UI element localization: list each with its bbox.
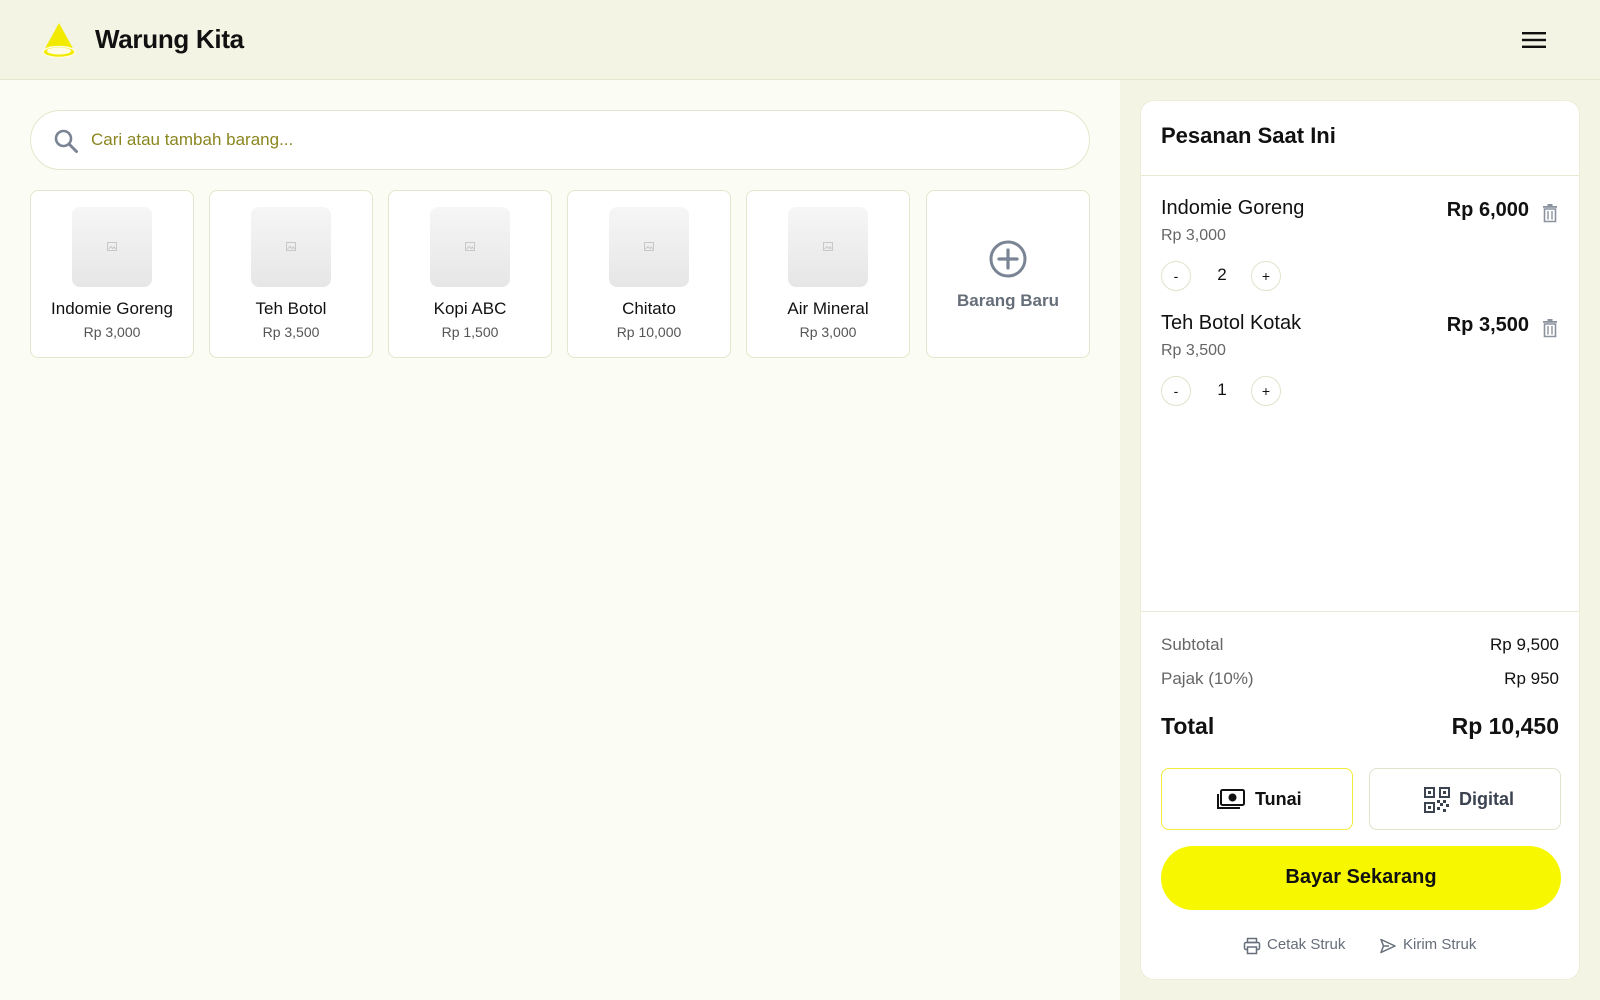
new-item-card[interactable]: Barang Baru: [926, 190, 1090, 358]
product-price: Rp 3,000: [83, 324, 141, 340]
product-image-placeholder: [72, 207, 152, 287]
image-placeholder-icon: [823, 242, 833, 251]
order-panel: Pesanan Saat Ini Indomie Goreng Rp 3,000…: [1140, 100, 1580, 980]
pay-now-label: Bayar Sekarang: [1285, 866, 1437, 888]
decrease-qty-button[interactable]: -: [1161, 261, 1191, 291]
send-receipt-label: Kirim Struk: [1403, 936, 1477, 953]
total-label: Total: [1161, 713, 1215, 739]
hamburger-menu-icon[interactable]: [1518, 26, 1550, 54]
payment-method-cash[interactable]: Tunai: [1161, 768, 1353, 830]
printer-icon: [1243, 937, 1261, 955]
order-item-unit-price: Rp 3,000: [1161, 227, 1226, 244]
product-area: Indomie Goreng Rp 3,000 Teh Botol Rp 3,5…: [0, 80, 1120, 1000]
product-card-air-mineral[interactable]: Air Mineral Rp 3,000: [746, 190, 910, 358]
product-price: Rp 10,000: [616, 324, 682, 340]
app-title: Warung Kita: [95, 24, 244, 54]
app-header: Warung Kita: [0, 0, 1600, 80]
product-price: Rp 3,000: [799, 324, 857, 340]
order-item-name: Indomie Goreng: [1161, 197, 1305, 219]
trash-icon[interactable]: [1541, 203, 1559, 223]
product-name: Chitato: [622, 299, 676, 318]
plus-circle-icon: [989, 240, 1027, 278]
order-item-name: Teh Botol Kotak: [1161, 312, 1302, 334]
product-name: Teh Botol: [255, 299, 327, 318]
product-card-chitato[interactable]: Chitato Rp 10,000: [567, 190, 731, 358]
trash-icon[interactable]: [1541, 318, 1559, 338]
order-item-total: Rp 6,000: [1446, 199, 1529, 221]
product-price: Rp 1,500: [441, 324, 499, 340]
tax-label: Pajak (10%): [1161, 669, 1254, 688]
image-placeholder-icon: [644, 242, 654, 251]
increase-qty-button[interactable]: +: [1251, 261, 1281, 291]
divider: [1141, 611, 1579, 612]
order-item-unit-price: Rp 3,500: [1161, 342, 1226, 359]
send-icon: [1380, 938, 1396, 954]
qr-code-icon: [1424, 787, 1450, 813]
payment-method-digital[interactable]: Digital: [1369, 768, 1561, 830]
payment-method-label: Digital: [1459, 789, 1515, 809]
cash-icon: [1217, 789, 1245, 809]
quantity-value: 1: [1217, 380, 1227, 399]
order-title: Pesanan Saat Ini: [1161, 123, 1336, 148]
image-placeholder-icon: [107, 242, 117, 251]
search-icon: [54, 129, 78, 153]
order-item-total: Rp 3,500: [1446, 314, 1529, 336]
quantity-value: 2: [1217, 265, 1227, 284]
tax-value: Rp 950: [1504, 669, 1559, 688]
total-value: Rp 10,450: [1451, 713, 1559, 739]
product-card-kopi-abc[interactable]: Kopi ABC Rp 1,500: [388, 190, 552, 358]
print-receipt-label: Cetak Struk: [1267, 936, 1346, 953]
product-image-placeholder: [430, 207, 510, 287]
payment-method-label: Tunai: [1255, 789, 1302, 809]
product-image-placeholder: [788, 207, 868, 287]
search-input[interactable]: [91, 111, 1071, 169]
new-item-label: Barang Baru: [956, 291, 1060, 310]
order-item: Indomie Goreng Rp 3,000 Rp 6,000 - 2 +: [1161, 197, 1561, 297]
subtotal-label: Subtotal: [1161, 635, 1224, 654]
product-image-placeholder: [251, 207, 331, 287]
print-receipt-button[interactable]: Cetak Struk: [1243, 935, 1353, 957]
subtotal-value: Rp 9,500: [1490, 635, 1559, 654]
product-card-indomie-goreng[interactable]: Indomie Goreng Rp 3,000: [30, 190, 194, 358]
decrease-qty-button[interactable]: -: [1161, 376, 1191, 406]
pay-now-button[interactable]: Bayar Sekarang: [1161, 846, 1561, 910]
product-name: Air Mineral: [787, 299, 869, 318]
image-placeholder-icon: [465, 242, 475, 251]
product-image-placeholder: [609, 207, 689, 287]
product-price: Rp 3,500: [262, 324, 320, 340]
product-card-teh-botol[interactable]: Teh Botol Rp 3,500: [209, 190, 373, 358]
send-receipt-button[interactable]: Kirim Struk: [1379, 935, 1489, 957]
search-bar: [30, 110, 1090, 170]
product-name: Kopi ABC: [433, 299, 507, 318]
product-name: Indomie Goreng: [51, 299, 173, 318]
product-grid: Indomie Goreng Rp 3,000 Teh Botol Rp 3,5…: [30, 190, 1092, 358]
order-item: Teh Botol Kotak Rp 3,500 Rp 3,500 - 1 +: [1161, 312, 1561, 412]
increase-qty-button[interactable]: +: [1251, 376, 1281, 406]
divider: [1141, 175, 1579, 176]
cone-logo-icon: [42, 23, 76, 59]
image-placeholder-icon: [286, 242, 296, 251]
